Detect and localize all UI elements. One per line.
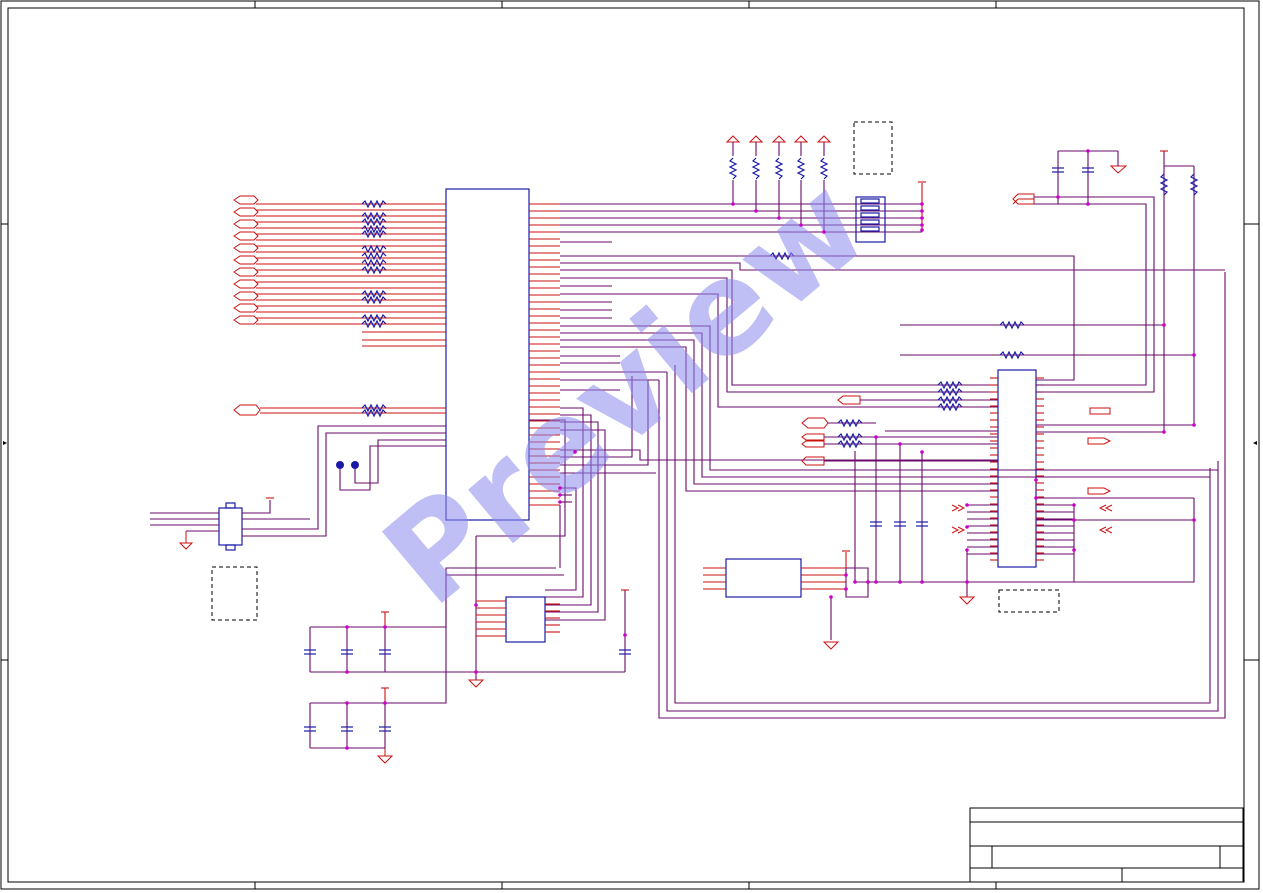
junction-dot: [558, 493, 562, 497]
off-page-port: [233, 267, 259, 277]
off-page-port: [233, 243, 259, 253]
off-page-port: [233, 315, 259, 325]
junction-dot: [844, 587, 848, 591]
off-page-port: [233, 279, 259, 289]
dip-switch-slot: [860, 219, 880, 225]
junction-dot: [383, 625, 387, 629]
main-ic-left-pins: [256, 203, 446, 347]
right-ic: [997, 369, 1060, 613]
port-connector-mid: [233, 403, 446, 418]
junction-dot: [1072, 548, 1076, 552]
power-arrow: [725, 135, 741, 143]
junction-dot: [844, 573, 848, 577]
junction-dot: [965, 548, 969, 552]
junction-dot: [920, 450, 924, 454]
junction-dot: [345, 746, 349, 750]
left-port-connectors: [233, 195, 259, 325]
junction-dot: [345, 625, 349, 629]
junction-dot: [1192, 518, 1196, 522]
junction-dot: [1192, 353, 1196, 357]
junction-dot: [754, 209, 758, 213]
junction-dot: [866, 580, 870, 584]
junction-dot: [965, 580, 969, 584]
dip-switch-slot: [860, 198, 880, 204]
power-arrow: [816, 135, 832, 143]
junction-dot: [1072, 503, 1076, 507]
resistor: [361, 244, 387, 254]
junction-dot: [1034, 496, 1038, 500]
junction-dot: [829, 595, 833, 599]
junction-dot: [474, 603, 478, 607]
junction-dot: [1086, 202, 1090, 206]
junction-dot: [822, 230, 826, 234]
junction-dot: [1162, 430, 1166, 434]
mid-right-ports: [801, 380, 1113, 534]
junction-dot: [874, 580, 878, 584]
junction-dot: [1192, 423, 1196, 427]
right-ic-pins: [967, 377, 1075, 582]
junction-dot: [965, 525, 969, 529]
off-page-port: [233, 219, 259, 229]
junction-dot: [920, 228, 924, 232]
power-arrow: [748, 135, 764, 143]
junction-dot: [573, 450, 577, 454]
off-page-port: [233, 303, 259, 313]
junction-dot: [777, 216, 781, 220]
power-arrow: [771, 135, 787, 143]
junction-dot: [1086, 149, 1090, 153]
junction-dot: [383, 701, 387, 705]
junction-dot: [731, 202, 735, 206]
off-page-port: [233, 231, 259, 241]
junction-dot: [920, 216, 924, 220]
junction-dot: [558, 486, 562, 490]
junction-dot: [874, 435, 878, 439]
power-arrow: [793, 135, 809, 143]
off-page-port: [233, 207, 259, 217]
junction-dot: [898, 442, 902, 446]
junction-dot: [345, 670, 349, 674]
junction-dot: [623, 633, 627, 637]
dip-switch-slot: [860, 205, 880, 211]
junction-dot: [345, 701, 349, 705]
junction-dot: [965, 503, 969, 507]
junction-dot: [1162, 323, 1166, 327]
off-page-port: [233, 291, 259, 301]
off-page-port: [233, 255, 259, 265]
dip-switch-slot: [860, 212, 880, 218]
off-page-port: [233, 195, 259, 205]
junction-dot: [920, 202, 924, 206]
resistor: [751, 157, 761, 180]
junction-dot: [920, 223, 924, 227]
top-right-capacitors: [1012, 150, 1199, 432]
title-block: [969, 807, 1244, 883]
middle-ic: [703, 550, 869, 650]
schematic-sheet: Preview: [0, 0, 1260, 890]
resistor: [728, 157, 738, 180]
junction-dot: [920, 209, 924, 213]
resistor: [819, 157, 829, 180]
junction-dot: [853, 580, 857, 584]
junction-dot: [1034, 478, 1038, 482]
junction-dot: [1072, 518, 1076, 522]
resistor: [361, 258, 387, 268]
junction-dot: [799, 223, 803, 227]
junction-dot: [1056, 195, 1060, 199]
junction-dot: [474, 670, 478, 674]
junction-dot: [898, 580, 902, 584]
junction-dot: [558, 500, 562, 504]
junction-dot: [920, 580, 924, 584]
